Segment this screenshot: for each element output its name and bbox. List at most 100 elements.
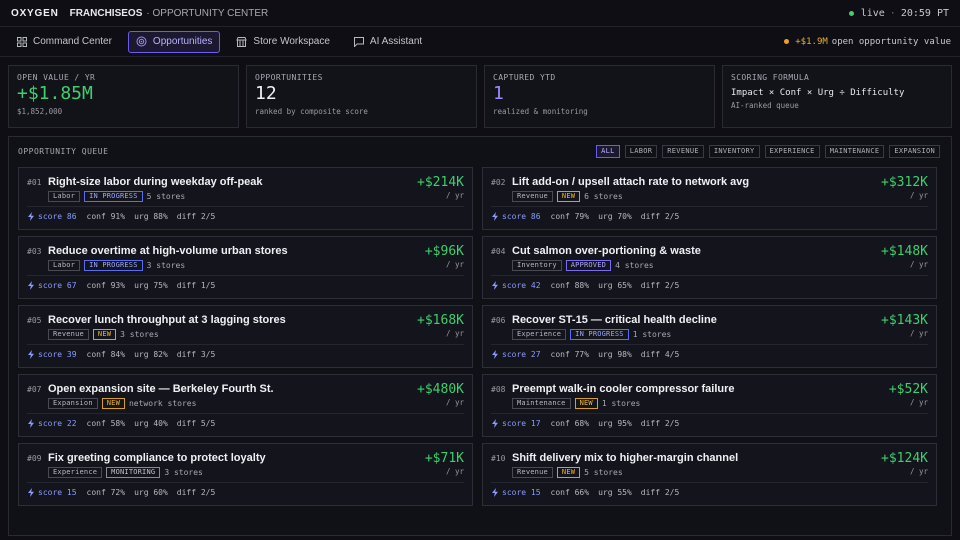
diff-value: diff 5/5 xyxy=(176,419,216,428)
opportunity-card[interactable]: #07 Open expansion site — Berkeley Fourth… xyxy=(18,374,473,437)
store-count: 3 stores xyxy=(146,261,186,270)
card-divider xyxy=(491,482,928,483)
bolt-icon xyxy=(492,419,498,428)
urg-value: urg 88% xyxy=(134,212,168,221)
per-year-label: / yr xyxy=(445,398,464,407)
filter-experience[interactable]: EXPERIENCE xyxy=(764,145,820,158)
card-metrics: score 67 conf 93% urg 75% diff 1/5 xyxy=(27,281,224,290)
card-metrics: score 22 conf 58% urg 40% diff 5/5 xyxy=(27,419,224,428)
filter-expansion[interactable]: EXPANSION xyxy=(889,145,940,158)
card-tags: Revenue NEW 5 stores xyxy=(512,467,623,478)
card-metrics: score 42 conf 88% urg 65% diff 2/5 xyxy=(491,281,688,290)
category-tag: Inventory xyxy=(512,260,562,271)
card-metrics: score 86 conf 79% urg 70% diff 2/5 xyxy=(491,212,688,221)
store-count: 1 stores xyxy=(632,330,672,339)
card-rank: #08 xyxy=(491,385,506,394)
diff-value: diff 2/5 xyxy=(640,488,680,497)
store-count: 3 stores xyxy=(120,330,159,339)
card-value: +$52K xyxy=(888,382,928,397)
bolt-icon xyxy=(492,488,498,497)
filter-inventory[interactable]: INVENTORY xyxy=(708,145,760,158)
filter-maintenance[interactable]: MAINTENANCE xyxy=(824,145,885,158)
opportunity-card[interactable]: #02 Lift add-on / upsell attach rate to n… xyxy=(482,167,937,230)
filter-revenue[interactable]: REVENUE xyxy=(662,145,704,158)
diff-value: diff 1/5 xyxy=(176,281,216,290)
opportunity-card[interactable]: #05 Recover lunch throughput at 3 lagging… xyxy=(18,305,473,368)
card-metrics: score 15 conf 66% urg 55% diff 2/5 xyxy=(491,488,688,497)
separator: · xyxy=(889,7,896,19)
urg-value: urg 70% xyxy=(598,212,632,221)
bolt-icon xyxy=(492,350,498,359)
card-tags: Revenue NEW 3 stores xyxy=(48,329,159,340)
card-rank: #06 xyxy=(491,316,506,325)
grid-icon xyxy=(17,36,27,47)
card-divider xyxy=(27,413,464,414)
status-badge: NEW xyxy=(556,467,581,478)
per-year-label: / yr xyxy=(445,260,464,269)
chat-icon xyxy=(353,36,364,47)
bolt-icon xyxy=(28,350,34,359)
store-count: 6 stores xyxy=(584,192,623,201)
stat-label: SCORING FORMULA xyxy=(731,73,810,82)
filter-labor[interactable]: LABOR xyxy=(624,145,658,158)
card-rank: #01 xyxy=(27,178,42,187)
tab-label: Opportunities xyxy=(152,36,213,47)
opportunity-card[interactable]: #04 Cut salmon over-portioning & waste Inv… xyxy=(482,236,937,299)
per-year-label: / yr xyxy=(909,191,928,200)
tab-opportunities[interactable]: Opportunities xyxy=(127,30,221,53)
per-year-label: / yr xyxy=(445,467,464,476)
card-divider xyxy=(491,206,928,207)
live-label: live xyxy=(860,7,885,19)
tab-store-workspace[interactable]: Store Workspace xyxy=(228,31,338,53)
stat-sub: ranked by composite score xyxy=(255,107,368,116)
card-tags: Expansion NEW network stores xyxy=(48,398,196,409)
opportunity-card[interactable]: #09 Fix greeting compliance to protect lo… xyxy=(18,443,473,506)
store-count: 1 stores xyxy=(601,399,641,408)
store-count: 5 stores xyxy=(146,192,186,201)
diff-value: diff 3/5 xyxy=(176,350,216,359)
urg-value: urg 55% xyxy=(598,488,632,497)
per-year-label: / yr xyxy=(909,398,928,407)
diff-value: diff 4/5 xyxy=(640,350,680,359)
stat-label: OPPORTUNITIES xyxy=(255,73,323,82)
stat-value: 12 xyxy=(255,83,277,104)
opportunity-card[interactable]: #10 Shift delivery mix to higher-margin c… xyxy=(482,443,937,506)
card-title: Shift delivery mix to higher-margin chan… xyxy=(512,452,739,464)
card-value: +$214K xyxy=(417,175,464,190)
store-count: 5 stores xyxy=(584,468,623,477)
store-count: 4 stores xyxy=(615,261,654,270)
opportunity-card[interactable]: #01 Right-size labor during weekday off-p… xyxy=(18,167,473,230)
opportunity-card[interactable]: #06 Recover ST-15 — critical health decli… xyxy=(482,305,937,368)
card-rank: #07 xyxy=(27,385,42,394)
card-title: Reduce overtime at high-volume urban sto… xyxy=(48,245,288,257)
category-tag: Revenue xyxy=(512,191,553,202)
opportunity-card[interactable]: #08 Preempt walk-in cooler compressor fai… xyxy=(482,374,937,437)
opportunity-card[interactable]: #03 Reduce overtime at high-volume urban … xyxy=(18,236,473,299)
target-icon xyxy=(136,36,147,47)
page-section: · OPPORTUNITY CENTER xyxy=(146,7,269,19)
tab-ai-assistant[interactable]: AI Assistant xyxy=(346,31,430,53)
card-title: Open expansion site — Berkeley Fourth St… xyxy=(48,383,274,395)
status-badge: IN PROGRESS xyxy=(570,329,629,340)
card-value: +$312K xyxy=(881,175,928,190)
clock: 20:59 PT xyxy=(900,7,949,19)
category-tag: Revenue xyxy=(512,467,553,478)
card-tags: Revenue NEW 6 stores xyxy=(512,191,623,202)
card-divider xyxy=(491,413,928,414)
score-value: score 15 xyxy=(502,488,541,497)
card-rank: #02 xyxy=(491,178,506,187)
conf-value: conf 58% xyxy=(86,419,126,428)
tab-label: Command Center xyxy=(33,36,112,47)
card-tags: Maintenance NEW 1 stores xyxy=(512,398,640,409)
card-divider xyxy=(27,482,464,483)
card-value: +$71K xyxy=(424,451,464,466)
urg-value: urg 98% xyxy=(598,350,632,359)
stat-opportunities: OPPORTUNITIES 12 ranked by composite sco… xyxy=(246,65,477,128)
filter-all[interactable]: ALL xyxy=(596,145,620,158)
tab-command-center[interactable]: Command Center xyxy=(9,31,120,53)
card-value: +$480K xyxy=(417,382,464,397)
store-count: 3 stores xyxy=(164,468,203,477)
urg-value: urg 75% xyxy=(134,281,168,290)
stat-label: OPEN VALUE / YR xyxy=(17,73,96,82)
per-year-label: / yr xyxy=(909,329,928,338)
